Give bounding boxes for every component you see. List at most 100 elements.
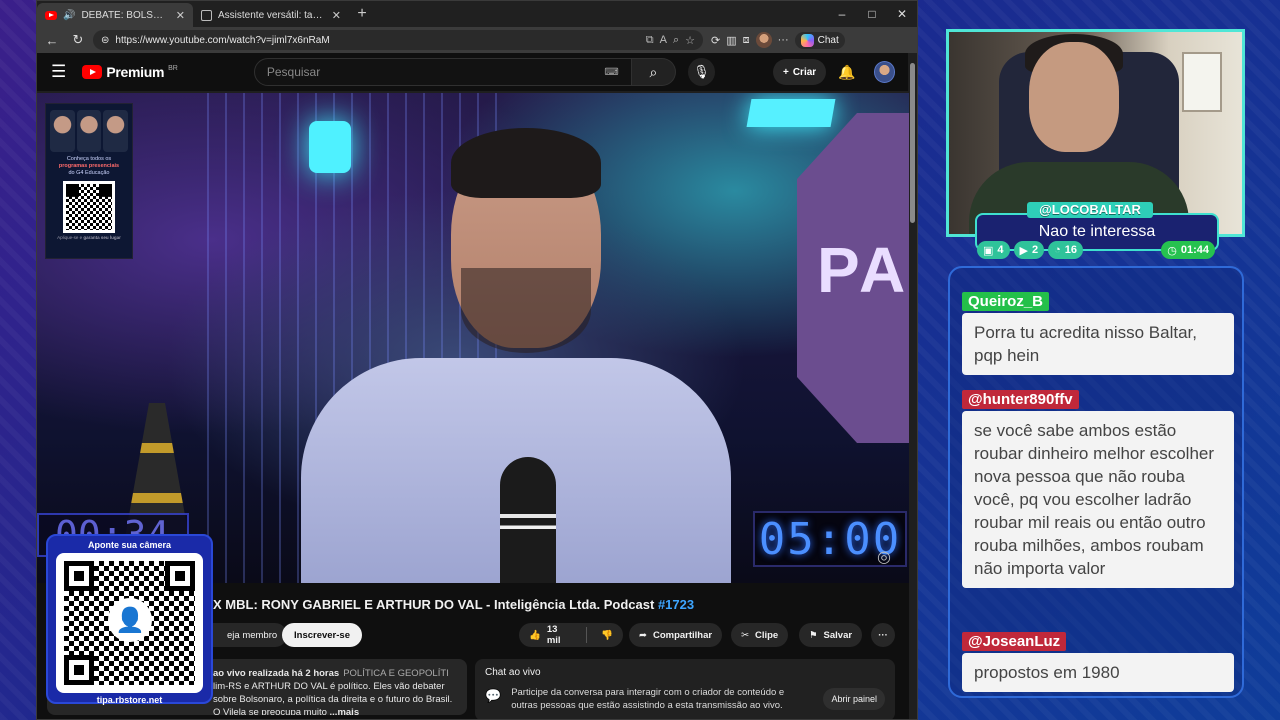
webcam-username: @LOCOBALTAR	[1027, 202, 1153, 218]
tab-title: Assistente versátil: tarefas, respostas	[218, 9, 326, 21]
region-code: BR	[168, 64, 178, 72]
youtube-stat: ▶ 2	[1013, 241, 1045, 259]
youtube-header: ☰ Premium BR Pesquisar ⌨ ⌕ 🎙 + Criar 🔔	[37, 53, 909, 91]
save-label: Salvar	[823, 629, 853, 641]
notifications-bell-icon[interactable]: 🔔	[838, 64, 855, 81]
scrollbar-thumb[interactable]	[910, 63, 915, 223]
back-icon[interactable]: ←	[41, 33, 63, 48]
globe-icon: ◎	[877, 549, 891, 566]
tab-bar: 🔊 DEBATE: BOLSONARISTA X MBL ✕ Assistent…	[37, 1, 917, 27]
search-placeholder: Pesquisar	[266, 65, 321, 79]
window-controls: – □ ✕	[827, 1, 917, 27]
sponsor-footer: Aplique-se e garanta seu lugar	[57, 235, 121, 240]
browser-toolbar: ← ↻ ⊜ https://www.youtube.com/watch?v=ji…	[37, 27, 917, 53]
subscribe-button[interactable]: Inscrever-se	[282, 623, 362, 647]
sponsor-qr-code	[63, 181, 115, 233]
chat-stat: ▣ 4	[977, 241, 1010, 259]
minimize-button[interactable]: –	[827, 7, 857, 21]
neon-bar	[746, 99, 836, 127]
menu-icon[interactable]: ☰	[51, 62, 72, 82]
clock-icon: ◷	[1167, 244, 1177, 257]
save-button[interactable]: ⚑ Salvar	[799, 623, 863, 647]
like-count[interactable]: 13 mil	[547, 624, 572, 646]
qr-code: 👤	[56, 553, 203, 693]
show-more-link[interactable]: ...mais	[330, 707, 360, 715]
translate-icon[interactable]: ⧉	[646, 34, 654, 47]
read-aloud-icon[interactable]: A	[660, 34, 667, 47]
maximize-button[interactable]: □	[857, 7, 887, 21]
share-button[interactable]: ➦ Compartilhar	[629, 623, 723, 647]
stop-sign-text: PAR	[817, 234, 909, 306]
search-bar: Pesquisar ⌨ ⌕	[253, 58, 676, 86]
more-icon: ···	[878, 629, 888, 641]
viewers-icon: ◔	[1054, 244, 1061, 256]
clip-button[interactable]: ✂ Clipe	[731, 623, 789, 647]
page-scrollbar[interactable]	[908, 53, 917, 719]
chat-icon: ▣	[983, 244, 994, 257]
live-chat-title: Chat ao vivo	[485, 667, 541, 678]
description-category[interactable]: POLÍTICA E GEOPOLÍTI	[343, 668, 449, 679]
account-avatar[interactable]	[873, 61, 895, 83]
keyboard-icon[interactable]: ⌨	[604, 67, 618, 78]
video-player[interactable]: PAR Conheça todos os programas presencia…	[37, 93, 909, 583]
url-text: https://www.youtube.com/watch?v=jiml7x6n…	[115, 34, 330, 46]
description-meta: ao vivo realizada há 2 horas	[213, 668, 340, 679]
address-bar[interactable]: ⊜ https://www.youtube.com/watch?v=jiml7x…	[93, 30, 703, 50]
favorite-star-icon[interactable]: ☆	[685, 34, 695, 47]
room-window	[1182, 52, 1222, 112]
address-bar-icons: ⧉ A ⌕ ☆	[646, 34, 695, 47]
video-title: X MBL: RONY GABRIEL E ARTHUR DO VAL - In…	[213, 597, 695, 612]
title-hashtag[interactable]: #1723	[658, 597, 694, 612]
like-dislike-group: 👍 13 mil 👎	[519, 623, 623, 647]
streamer-head	[1029, 42, 1119, 152]
plus-icon: +	[782, 66, 789, 78]
speaker-icon[interactable]: 🔊	[63, 10, 75, 21]
site-info-icon[interactable]: ⊜	[101, 35, 109, 46]
more-actions-button[interactable]: ···	[871, 623, 895, 647]
clip-label: Clipe	[754, 629, 779, 641]
chat-username: @JoseanLuz	[962, 632, 1067, 651]
chat-username: Queiroz_B	[962, 292, 1050, 311]
create-label: Criar	[792, 66, 817, 78]
open-panel-button[interactable]: Abrir painel	[823, 688, 885, 710]
close-tab-icon[interactable]: ✕	[176, 9, 185, 22]
copilot-chat-button[interactable]: Chat	[794, 31, 845, 49]
tab-youtube[interactable]: 🔊 DEBATE: BOLSONARISTA X MBL ✕	[37, 3, 193, 27]
collections-icon[interactable]: ⧈	[743, 34, 750, 47]
new-tab-button[interactable]: +	[349, 3, 375, 27]
qr-card-url: tipa.rbstore.net	[96, 695, 163, 705]
search-input[interactable]: Pesquisar ⌨	[253, 58, 632, 86]
refresh-icon[interactable]: ↻	[67, 32, 89, 48]
chat-bubble-icon: 💬	[485, 688, 502, 703]
create-button[interactable]: + Criar	[772, 59, 827, 85]
host-beard	[461, 268, 591, 353]
tab-assistant[interactable]: Assistente versátil: tarefas, respostas …	[193, 3, 349, 27]
close-window-button[interactable]: ✕	[887, 7, 917, 21]
chat-label: Chat	[817, 34, 839, 46]
person-head-icon: 👤	[108, 598, 152, 642]
tab-title: DEBATE: BOLSONARISTA X MBL	[81, 9, 169, 21]
youtube-logo[interactable]: Premium BR	[82, 64, 178, 80]
split-screen-icon[interactable]: ▥	[726, 34, 736, 47]
share-icon: ➦	[639, 629, 647, 641]
viewers-stat: ◔ 16	[1048, 241, 1084, 259]
thumbs-down-icon[interactable]: 👎	[601, 630, 613, 641]
zoom-icon[interactable]: ⌕	[673, 34, 679, 47]
extensions-icon[interactable]: ⟳	[711, 34, 720, 47]
search-button[interactable]: ⌕	[631, 58, 676, 86]
logo-text: Premium	[106, 64, 165, 80]
thumbs-up-icon[interactable]: 👍	[529, 630, 541, 641]
close-tab-icon[interactable]: ✕	[332, 9, 341, 22]
share-label: Compartilhar	[652, 629, 713, 641]
voice-search-button[interactable]: 🎙	[687, 58, 715, 86]
profile-avatar[interactable]	[755, 32, 772, 48]
stream-chat-panel: Queiroz_B Porra tu acredita nisso Baltar…	[948, 266, 1244, 698]
bookmark-icon: ⚑	[809, 629, 818, 641]
more-menu-icon[interactable]: ···	[778, 34, 789, 46]
live-chat-card: Chat ao vivo 💬 Participe da conversa par…	[475, 659, 895, 719]
qr-card-title: Aponte sua câmera	[87, 540, 172, 550]
chat-text: se você sabe ambos estão roubar dinheiro…	[962, 411, 1234, 588]
chat-message: @hunter890ffv se você sabe ambos estão r…	[962, 390, 1234, 588]
youtube-icon	[45, 10, 57, 20]
chat-message: @JoseanLuz propostos em 1980	[962, 632, 1234, 692]
